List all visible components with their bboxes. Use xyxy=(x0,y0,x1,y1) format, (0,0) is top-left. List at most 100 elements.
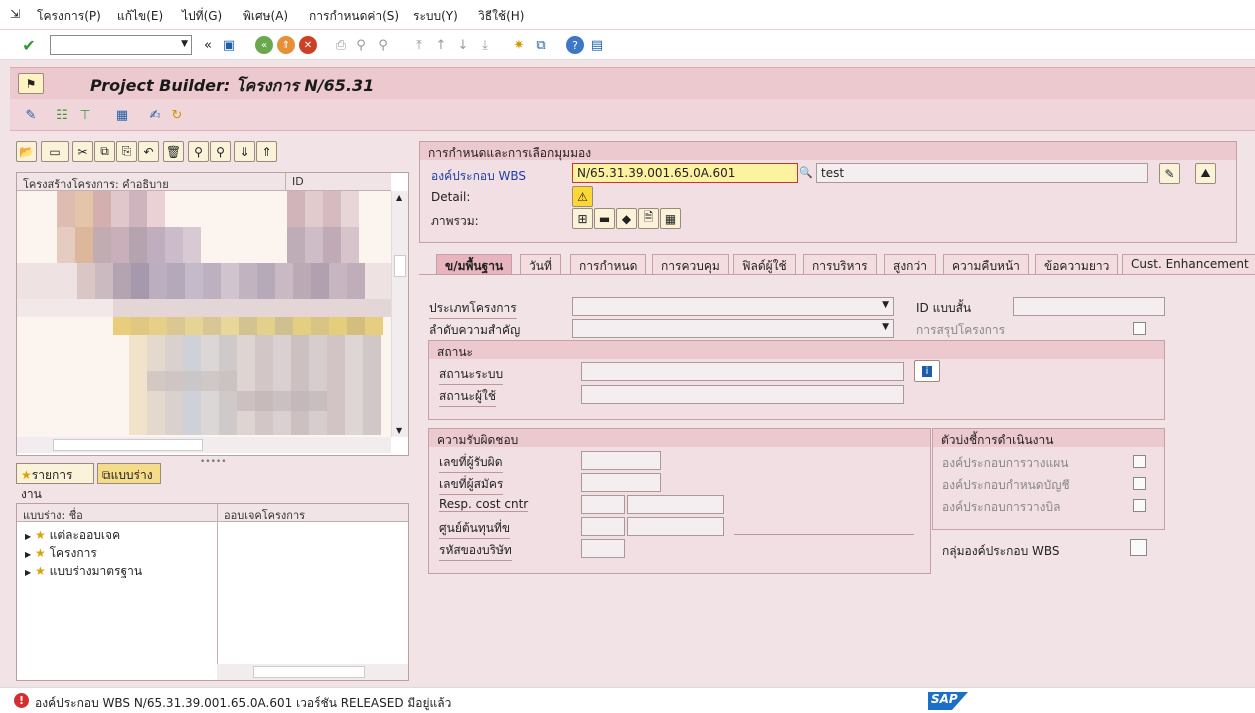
tab-superior[interactable]: สูงกว่า xyxy=(884,254,936,274)
template-col-name[interactable]: แบบร่าง: ชื่อ xyxy=(17,504,217,522)
tab-cust-enhancement[interactable]: Cust. Enhancement xyxy=(1122,254,1255,274)
tab-long-text[interactable]: ข้อความยาว xyxy=(1035,254,1119,274)
req-cost-center-desc[interactable] xyxy=(627,517,724,536)
tab-dates[interactable]: วันที่ xyxy=(520,254,561,274)
billing-element-checkbox[interactable] xyxy=(1133,499,1146,512)
paste-icon[interactable]: ⎘ xyxy=(116,141,137,162)
tab-progress[interactable]: ความคืบหน้า xyxy=(943,254,1029,274)
enter-icon[interactable]: ✔ xyxy=(20,36,38,55)
edit-text-icon[interactable]: ✎ xyxy=(1159,163,1180,184)
project-icon[interactable]: ⚑ xyxy=(18,73,44,94)
cancel-icon[interactable]: ✕ xyxy=(299,36,317,54)
display-change-icon[interactable]: ✎ xyxy=(22,106,40,124)
structure-icon[interactable]: ⊤ xyxy=(76,106,94,124)
tab-administration[interactable]: การบริหาร xyxy=(803,254,877,274)
worklist-button[interactable]: ★รายการงาน xyxy=(16,463,94,501)
hierarchy-icon[interactable]: ☷ xyxy=(53,106,71,124)
cut-icon[interactable]: ✂ xyxy=(72,141,93,162)
search-icon[interactable]: 🔍 xyxy=(798,166,814,182)
template-horizontal-scrollbar[interactable] xyxy=(217,664,408,680)
layout-icon[interactable]: ▤ xyxy=(588,36,606,54)
first-page-icon[interactable]: ⤒ xyxy=(410,36,428,54)
splitter-handle[interactable]: ••••• xyxy=(200,457,227,467)
shortcut-icon[interactable]: ⧉ xyxy=(532,36,550,54)
picture-icon[interactable]: ⛰ xyxy=(1195,163,1216,184)
back-icon[interactable]: « xyxy=(255,36,273,54)
table-icon[interactable]: ▦ xyxy=(113,106,131,124)
system-status-input[interactable] xyxy=(581,362,904,381)
find-icon[interactable]: ⚲ xyxy=(352,36,370,54)
menu-edit[interactable]: แก้ไข(E) xyxy=(117,7,163,26)
milestone-icon[interactable]: ◆ xyxy=(616,208,637,229)
resp-cost-center-input[interactable] xyxy=(581,495,625,514)
responsible-person-input[interactable] xyxy=(581,451,661,470)
copy-icon[interactable]: ⧉ xyxy=(94,141,115,162)
open-icon[interactable]: 📂 xyxy=(16,141,37,162)
scroll-thumb[interactable] xyxy=(53,439,203,451)
last-page-icon[interactable]: ⤓ xyxy=(476,36,494,54)
expand-icon[interactable]: ⇓ xyxy=(234,141,255,162)
next-page-icon[interactable]: ↓ xyxy=(454,36,472,54)
delete-icon[interactable]: 🗑 xyxy=(163,141,184,162)
refresh-icon[interactable]: ↻ xyxy=(168,106,186,124)
network-icon[interactable]: ⊞ xyxy=(572,208,593,229)
chevron-down-icon[interactable]: ▼ xyxy=(882,300,889,310)
grouping-wbs-checkbox[interactable] xyxy=(1130,539,1147,556)
exit-icon[interactable]: ⇑ xyxy=(277,36,295,54)
planning-element-checkbox[interactable] xyxy=(1133,455,1146,468)
help-icon[interactable]: ? xyxy=(566,36,584,54)
chevron-down-icon[interactable]: ▼ xyxy=(882,322,889,332)
priority-select[interactable]: ▼ xyxy=(572,319,894,338)
chevron-down-icon[interactable]: ▼ xyxy=(181,39,188,49)
edit-icon[interactable]: ✍ xyxy=(146,106,164,124)
template-item[interactable]: ▶ ★ แต่ละออบเจค xyxy=(25,526,120,545)
menu-settings[interactable]: การกำหนดค่า(S) xyxy=(309,7,399,26)
exit-icon[interactable]: ⇲ xyxy=(10,7,20,21)
user-status-input[interactable] xyxy=(581,385,904,404)
tab-assignments[interactable]: การกำหนด xyxy=(570,254,647,274)
account-assignment-checkbox[interactable] xyxy=(1133,477,1146,490)
tree-col-id[interactable]: ID xyxy=(285,173,391,191)
collapse-icon[interactable]: « xyxy=(199,36,217,54)
prev-page-icon[interactable]: ↑ xyxy=(432,36,450,54)
applicant-input[interactable] xyxy=(581,473,661,492)
menu-project[interactable]: โครงการ(P) xyxy=(37,7,101,26)
project-type-select[interactable]: ▼ xyxy=(572,297,894,316)
template-item[interactable]: ▶ ★ โครงการ xyxy=(25,544,97,563)
command-field[interactable]: ▼ xyxy=(50,35,192,55)
scroll-down-icon[interactable]: ▼ xyxy=(396,426,402,435)
collapse-icon[interactable]: ⇑ xyxy=(256,141,277,162)
menu-extras[interactable]: พิเศษ(A) xyxy=(243,7,288,26)
tab-control[interactable]: การควบคุม xyxy=(652,254,729,274)
document-icon[interactable]: 🗎 xyxy=(638,208,659,229)
tab-user-fields[interactable]: ฟิลด์ผู้ใช้ xyxy=(733,254,796,274)
wbs-input[interactable]: N/65.31.39.001.65.0A.601 xyxy=(572,163,798,183)
menu-help[interactable]: วิธีใช้(H) xyxy=(478,7,524,26)
company-code-input[interactable] xyxy=(581,539,625,558)
resp-cost-center-desc[interactable] xyxy=(627,495,724,514)
activity-icon[interactable]: ▬ xyxy=(594,208,615,229)
menu-system[interactable]: ระบบ(Y) xyxy=(413,7,458,26)
short-id-input[interactable] xyxy=(1013,297,1165,316)
find-icon[interactable]: ⚲ xyxy=(188,141,209,162)
status-message[interactable]: องค์ประกอบ WBS N/65.31.39.001.65.0A.601 … xyxy=(35,694,451,713)
new-icon[interactable]: ▭ xyxy=(41,141,69,162)
tree-vertical-scrollbar[interactable]: ▲ ▼ xyxy=(391,191,408,437)
tab-basic-data[interactable]: ข/มพื้นฐาน xyxy=(436,254,513,274)
scroll-up-icon[interactable]: ▲ xyxy=(396,193,402,202)
find-next-icon[interactable]: ⚲ xyxy=(374,36,392,54)
template-item[interactable]: ▶ ★ แบบร่างมาตรฐาน xyxy=(25,562,142,581)
menu-goto[interactable]: ไปที่(G) xyxy=(182,7,222,26)
tree-col-description[interactable]: โครงสร้างโครงการ: คำอธิบาย xyxy=(17,173,285,191)
warning-icon[interactable]: ⚠ xyxy=(572,186,593,207)
templates-button[interactable]: ⧉แบบร่าง xyxy=(97,463,161,484)
undo-icon[interactable]: ↶ xyxy=(138,141,159,162)
find-next-icon[interactable]: ⚲ xyxy=(210,141,231,162)
print-icon[interactable]: ⎙ xyxy=(332,36,350,54)
new-session-icon[interactable]: ✷ xyxy=(510,36,528,54)
table-view-icon[interactable]: ▦ xyxy=(660,208,681,229)
template-col-object[interactable]: ออบเจคโครงการ xyxy=(217,504,408,522)
save-icon[interactable]: ▣ xyxy=(220,36,238,54)
proj-summary-checkbox[interactable] xyxy=(1133,322,1146,335)
req-cost-center-input[interactable] xyxy=(581,517,625,536)
